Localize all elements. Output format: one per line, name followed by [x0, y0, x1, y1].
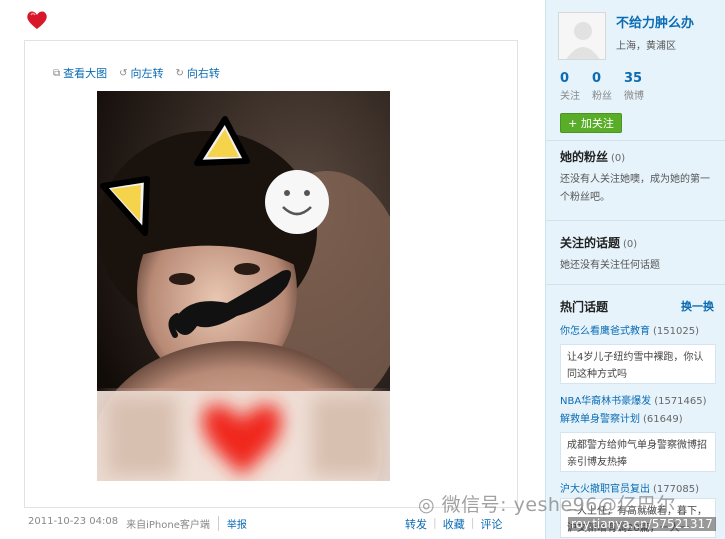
rotate-left-icon: ↺: [119, 67, 128, 79]
hot-topic-1: 你怎么看鹰爸式教育 (151025): [560, 322, 716, 337]
post-source[interactable]: 来自iPhone客户端: [126, 516, 210, 531]
view-large-label: 查看大图: [63, 67, 108, 80]
following-count: 0: [560, 71, 570, 86]
hot-topic-2: NBA华裔林书豪爆发 (1571465): [560, 392, 716, 407]
fans-section-title: 她的粉丝 (0): [560, 148, 716, 165]
posts-count: 35: [624, 71, 643, 86]
topics-section-title: 关注的话题 (0): [560, 234, 716, 251]
hot-topic-count: (1571465): [654, 396, 707, 407]
fans-title-text: 她的粉丝: [560, 150, 609, 164]
hot-topic-link[interactable]: NBA华裔林书豪爆发 (1571465): [560, 392, 716, 407]
external-link-icon: ⧉: [53, 67, 61, 79]
post-meta: 2011-10-23 04:08 来自iPhone客户端 举报: [28, 516, 247, 531]
favorite-link[interactable]: 收藏: [443, 516, 465, 532]
divider: [546, 140, 725, 141]
profile-nickname[interactable]: 不给力肿么办: [616, 12, 694, 31]
topics-section-count: (0): [623, 239, 638, 250]
action-divider: |: [470, 516, 475, 529]
photo-illustration: [97, 91, 390, 481]
rotate-left-button[interactable]: ↺ 向左转: [119, 65, 163, 81]
fans-stat[interactable]: 0 粉丝: [592, 71, 612, 102]
rotate-right-button[interactable]: ↻ 向右转: [176, 65, 220, 81]
divider: [546, 284, 725, 285]
rotate-right-icon: ↻: [175, 67, 184, 79]
photo-card: ⧉ 查看大图 ↺ 向左转 ↻ 向右转: [24, 40, 518, 508]
view-large-button[interactable]: ⧉ 查看大图: [53, 65, 107, 81]
report-link[interactable]: 举报: [217, 516, 247, 531]
profile-location: 上海，黄浦区: [616, 41, 676, 52]
fans-section-body: 还没有人关注她噢，成为她的第一个粉丝吧。: [560, 174, 710, 203]
post-actions: 转发 | 收藏 | 评论: [405, 516, 502, 532]
profile-header: 不给力肿么办 上海，黄浦区: [558, 12, 694, 60]
rotate-left-label: 向左转: [130, 67, 164, 80]
avatar[interactable]: [558, 12, 606, 60]
repost-link[interactable]: 转发: [405, 516, 427, 532]
following-label: 关注: [560, 91, 580, 102]
hot-topic-name: 你怎么看鹰爸式教育: [560, 326, 650, 337]
wechat-watermark-text: 微信号: yeshe96@亿巴尔: [441, 494, 676, 516]
profile-info: 不给力肿么办 上海，黄浦区: [616, 12, 694, 60]
following-stat[interactable]: 0 关注: [560, 71, 580, 102]
default-avatar-icon: [559, 13, 605, 59]
fans-label: 粉丝: [592, 91, 612, 102]
fans-section-count: (0): [611, 153, 626, 164]
post-timestamp: 2011-10-23 04:08: [28, 516, 119, 527]
topics-section: 关注的话题 (0) 她还没有关注任何话题: [560, 234, 716, 275]
profile-stats: 0 关注 0 粉丝 35 微博: [560, 71, 644, 102]
hot-topic-link[interactable]: 解救单身警察计划 (61649): [560, 410, 716, 425]
comment-link[interactable]: 评论: [480, 516, 502, 532]
url-watermark: roy.tianya.cn/57521317: [568, 517, 716, 531]
hot-topic-name: 解救单身警察计划: [560, 414, 640, 425]
hot-topic-desc[interactable]: 成都警方给帅气单身警察微博招亲引博友热捧: [560, 432, 716, 472]
action-divider: |: [433, 516, 437, 529]
wechat-logo-icon: ◎: [418, 494, 436, 516]
divider: [546, 220, 725, 221]
hot-topic-count: (61649): [643, 414, 683, 425]
hot-topic-name: NBA华裔林书豪爆发: [560, 396, 652, 407]
posts-stat[interactable]: 35 微博: [624, 71, 644, 102]
profile-sidebar: 不给力肿么办 上海，黄浦区 0 关注 0 粉丝 35 微博 + 加关注 她的粉丝…: [545, 0, 725, 539]
follow-button[interactable]: + 加关注: [560, 113, 622, 133]
hot-topic-3: 解救单身警察计划 (61649): [560, 410, 716, 425]
fans-section: 她的粉丝 (0) 还没有人关注她噢，成为她的第一个粉丝吧。: [560, 148, 716, 207]
hot-topic-desc[interactable]: 让4岁儿子纽约雪中裸跑，你认同这种方式吗: [560, 344, 716, 384]
topics-title-text: 关注的话题: [560, 236, 621, 250]
change-topics-button[interactable]: 换一换: [681, 298, 714, 314]
post-photo[interactable]: [97, 91, 390, 481]
fans-count: 0: [592, 71, 602, 86]
wechat-watermark: ◎ 微信号: yeshe96@亿巴尔: [418, 490, 676, 517]
topics-section-body: 她还没有关注任何话题: [560, 260, 660, 271]
posts-label: 微博: [624, 91, 644, 102]
heart-icon: [27, 11, 47, 29]
hot-topic-count: (151025): [653, 326, 699, 337]
photo-toolbar: ⧉ 查看大图 ↺ 向左转 ↻ 向右转: [53, 65, 220, 81]
rotate-right-label: 向右转: [186, 67, 220, 80]
hot-topic-link[interactable]: 你怎么看鹰爸式教育 (151025): [560, 322, 716, 337]
